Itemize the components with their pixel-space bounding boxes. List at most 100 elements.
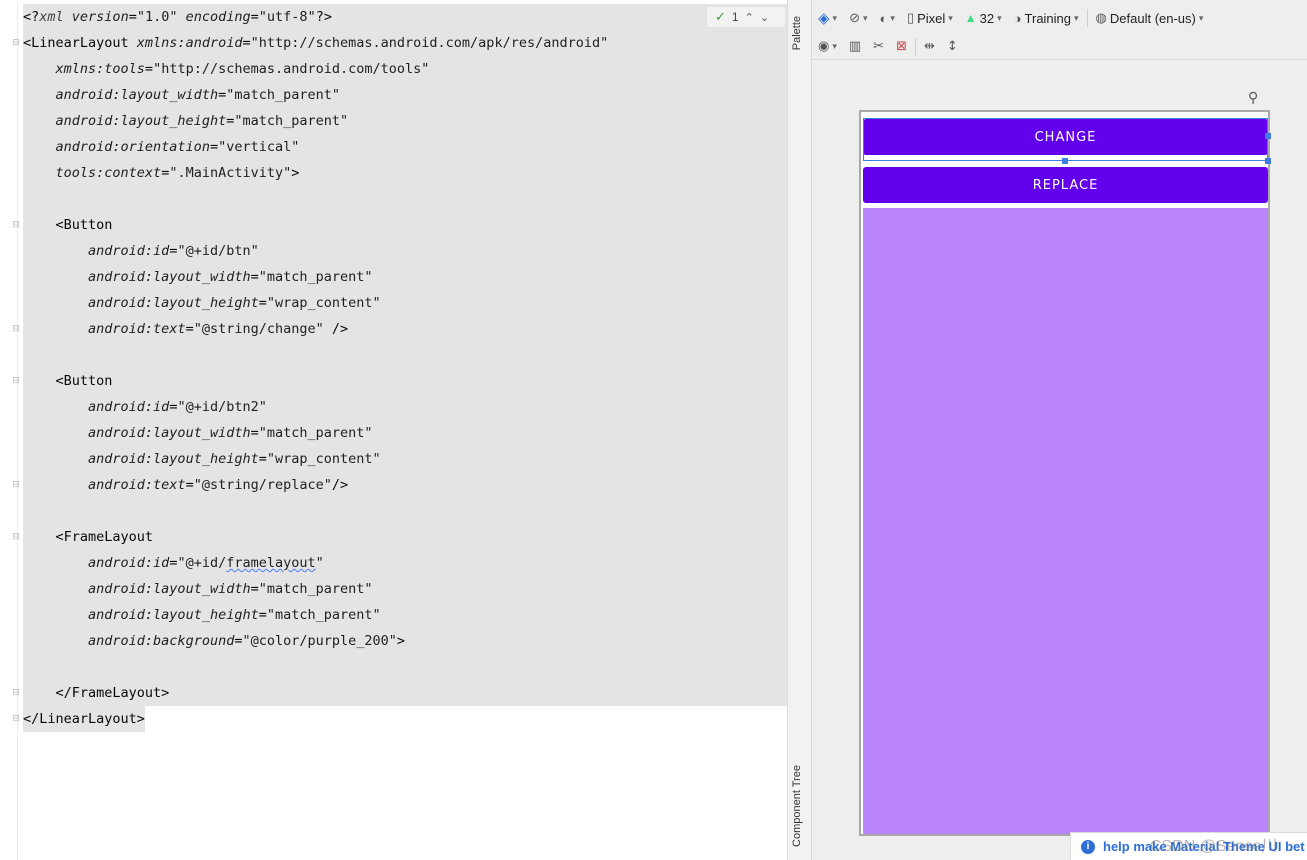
component-tree-tab-label: Component Tree [791,765,803,847]
code-line[interactable]: android:text="@string/replace"/> [23,472,787,498]
code-line[interactable]: xmlns:tools="http://schemas.android.com/… [23,56,787,82]
design-surface-button[interactable]: ◈ ▾ [812,6,843,30]
code-line[interactable]: android:id="@+id/framelayout" [23,550,787,576]
resize-handle[interactable] [1265,133,1271,139]
fold-icon[interactable]: ⊟ [11,480,21,490]
code-line[interactable]: android:layout_width="match_parent" [23,264,787,290]
view-options-toolbar: ◉ ▾ ▥ ✂ ⊠ ⇹ ↕ [812,34,1307,60]
fold-icon[interactable]: ⊟ [11,714,21,724]
code-line[interactable]: <Button [23,212,787,238]
replace-button[interactable]: REPLACE [863,167,1268,203]
code-token: "@+id/btn2" [177,399,267,415]
code-token: xmlns:android [136,35,243,51]
code-line[interactable] [23,342,787,368]
code-line[interactable]: android:background="@color/purple_200"> [23,628,787,654]
code-token: = [258,451,267,467]
fold-icon[interactable]: ⊟ [11,38,21,48]
chevron-down-icon: ▾ [832,41,837,52]
code-token: "vertical" [218,139,300,155]
code-line[interactable]: android:id="@+id/btn2" [23,394,787,420]
code-line[interactable]: <LinearLayout xmlns:android="http://sche… [23,30,787,56]
code-line[interactable]: android:orientation="vertical" [23,134,787,160]
code-line[interactable]: <?xml version="1.0" encoding="utf-8"?> [23,4,787,30]
code-token: "wrap_content" [266,451,381,467]
code-token: "utf-8" [258,9,316,25]
code-line[interactable]: android:id="@+id/btn" [23,238,787,264]
code-line[interactable]: tools:context=".MainActivity"> [23,160,787,186]
code-line[interactable]: <Button [23,368,787,394]
fold-icon[interactable]: ⊟ [11,376,21,386]
fold-icon[interactable]: ⊟ [11,324,21,334]
eye-icon: ◉ [818,39,830,54]
horizontal-guideline-button[interactable]: ⇹ [918,35,941,59]
night-mode-button[interactable]: ◐ ▾ [874,6,901,30]
watermark: CSDN @Sense川 [1150,838,1278,855]
code-token: "match_parent" [266,607,381,623]
view-options-button[interactable]: ◉ ▾ [812,35,843,59]
code-line[interactable]: android:layout_width="match_parent" [23,576,787,602]
code-token: = [242,35,251,51]
fold-icon[interactable]: ⊟ [11,688,21,698]
code-line[interactable] [23,498,787,524]
code-token: = [185,321,194,337]
resize-handle[interactable] [1062,158,1068,164]
phone-icon: ▯ [906,10,915,25]
palette-tab[interactable]: Palette [791,16,803,50]
locale-selector[interactable]: ◍ Default (en-us) ▾ [1090,6,1210,30]
fold-icon[interactable]: ⊟ [11,220,21,230]
inspection-widget[interactable]: ✓ 1 ⌃ ⌄ [706,6,786,28]
magnet-off-icon: ✂ [873,39,885,54]
code-line[interactable]: android:layout_height="match_parent" [23,108,787,134]
code-token: encoding [185,9,251,25]
code-line[interactable]: <FrameLayout [23,524,787,550]
code-line[interactable] [23,186,787,212]
code-line[interactable]: android:layout_width="match_parent" [23,82,787,108]
code-line[interactable]: android:layout_height="wrap_content" [23,290,787,316]
resize-handle[interactable] [1265,158,1271,164]
code-line[interactable] [23,654,787,680]
code-line[interactable]: android:text="@string/change" /> [23,316,787,342]
code-editor[interactable]: ⊟ ⊟ ⊟ ⊟ ⊟ ⊟ ⊟ ⊟ <?xml version="1.0" enco… [0,0,787,860]
code-line[interactable]: android:layout_height="wrap_content" [23,446,787,472]
code-token: android:layout_height [55,113,227,129]
code-line[interactable]: android:layout_height="match_parent" [23,602,787,628]
code-token: = [250,581,259,597]
horizontal-expand-icon: ⇹ [923,39,935,54]
chevron-down-icon: ▾ [948,12,953,23]
blueprint-button[interactable]: ▥ [843,35,867,59]
vertical-guideline-button[interactable]: ↕ [941,35,964,59]
code-line[interactable]: </LinearLayout> [23,706,145,732]
theme-selector[interactable]: ◑ Training ▾ [1008,6,1085,30]
wrench-icon[interactable]: ⚲ [1248,90,1258,106]
clear-constraints-button[interactable]: ⊠ [890,35,913,59]
check-icon: ✓ [715,9,726,24]
design-toolbar: ◈ ▾ ⊘ ▾ ◐ ▾ ▯ Pixel ▾ ▲ 32 ▾ ◑ Training ▾ ◍… [812,4,1307,32]
locale-label: Default (en-us) [1109,10,1196,26]
fold-icon[interactable]: ⊟ [11,532,21,542]
chevron-up-icon[interactable]: ⌃ [745,11,754,24]
code-token: = [144,61,154,77]
component-tree-tab[interactable]: Component Tree [791,765,803,847]
api-level-selector[interactable]: ▲ 32 ▾ [959,6,1008,30]
device-preview[interactable]: CHANGE REPLACE [859,110,1271,836]
code-token: "match_parent" [258,425,373,441]
autoconnect-button[interactable]: ✂ [867,35,890,59]
code-line[interactable]: </FrameLayout> [23,680,787,706]
device-selector[interactable]: ▯ Pixel ▾ [901,6,959,30]
code-token: > [291,165,300,181]
code-text-area[interactable]: <?xml version="1.0" encoding="utf-8"?> <L… [23,4,787,732]
frame-layout[interactable] [863,208,1268,834]
code-line[interactable]: android:layout_width="match_parent" [23,420,787,446]
orientation-button[interactable]: ⊘ ▾ [843,6,873,30]
code-token: "@color/purple_200" [242,633,397,649]
chevron-down-icon[interactable]: ⌄ [760,11,769,24]
editor-gutter: ⊟ ⊟ ⊟ ⊟ ⊟ ⊟ ⊟ ⊟ [0,0,21,860]
